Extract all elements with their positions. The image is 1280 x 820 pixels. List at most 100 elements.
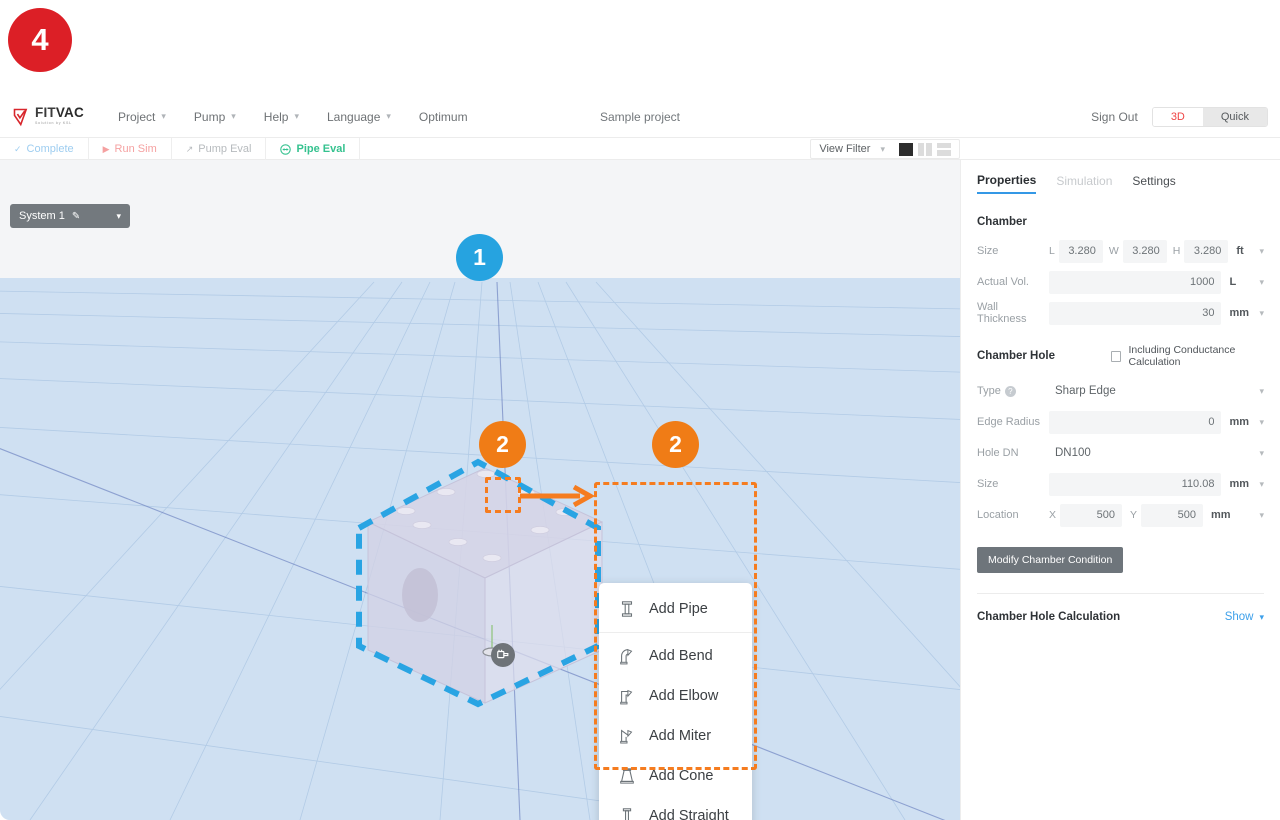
edge-radius-input[interactable] [1049, 410, 1222, 434]
wall-thickness-input[interactable] [1049, 301, 1222, 325]
layout-split-horizontal-icon[interactable] [937, 142, 951, 156]
chevron-down-icon[interactable]: ▾ [1259, 308, 1264, 319]
chevron-down-icon[interactable]: ▾ [1259, 246, 1264, 257]
menu-item-label: Add Straight [649, 808, 729, 820]
menu-item-language[interactable]: Language ▾ [313, 104, 405, 130]
hole-location-unit: mm [1211, 509, 1231, 521]
menu-label: Project [118, 109, 156, 124]
annotation-badge-step-2-button: 2 [479, 421, 526, 468]
chamber-hole-title: Chamber Hole [977, 350, 1055, 362]
panel-tabs: Properties Simulation Settings [977, 168, 1264, 198]
hole-type-row: Type ? Sharp Edge ▾ [977, 378, 1264, 404]
layout-split-vertical-icon[interactable] [918, 142, 932, 156]
chevron-down-icon[interactable]: ▾ [1259, 386, 1264, 397]
edge-radius-row: Edge Radius mm ▾ [977, 409, 1264, 435]
help-icon[interactable]: ? [1004, 385, 1016, 397]
pencil-icon[interactable]: ✎ [72, 211, 80, 222]
pump-eval-button[interactable]: ↗ Pump Eval [172, 138, 267, 160]
y-tag: Y [1130, 509, 1138, 521]
logo-wordmark: FITVAC [35, 105, 84, 120]
hole-type-value[interactable]: Sharp Edge [1049, 385, 1259, 397]
properties-panel: Properties Simulation Settings Chamber S… [960, 160, 1280, 820]
menu-item-project[interactable]: Project ▾ [104, 104, 180, 130]
width-tag: W [1108, 245, 1119, 257]
chevron-down-icon[interactable]: ▾ [880, 144, 885, 155]
chevron-down-icon: ▾ [231, 111, 236, 121]
layout-single-icon[interactable] [899, 142, 913, 156]
action-toolbar: ✓ Complete ▶ Run Sim ↗ Pump Eval Pipe Ev… [0, 138, 1280, 160]
menu-item-help[interactable]: Help ▾ [250, 104, 313, 130]
mode-quick-button[interactable]: Quick [1202, 108, 1267, 126]
add-button-annotation-highlight [485, 477, 521, 513]
menu-item-optimum[interactable]: Optimum [405, 104, 482, 130]
x-tag: X [1049, 509, 1057, 521]
chamber-size-label: Size [977, 245, 999, 257]
add-component-button[interactable] [491, 643, 515, 667]
button-label: Run Sim [114, 143, 157, 155]
hole-location-row: Location X Y mm ▾ [977, 502, 1264, 528]
hole-size-input[interactable] [1049, 472, 1222, 496]
chamber-width-input[interactable] [1122, 239, 1167, 263]
top-navbar: FITVAC Solution by KSL Project ▾ Pump ▾ … [0, 96, 1280, 138]
wall-thickness-row: Wall Thickness mm ▾ [977, 300, 1264, 326]
tab-simulation[interactable]: Simulation [1056, 174, 1112, 193]
sign-out-button[interactable]: Sign Out [1091, 110, 1138, 124]
tab-settings[interactable]: Settings [1132, 174, 1175, 193]
menu-label: Pump [193, 109, 226, 124]
hole-type-label: Type ? [977, 385, 1049, 397]
menu-item-pump[interactable]: Pump ▾ [180, 104, 250, 130]
conductance-checkbox[interactable] [1110, 350, 1121, 362]
actual-volume-row: Actual Vol. L ▾ [977, 269, 1264, 295]
chamber-size-unit: ft [1236, 245, 1244, 257]
chevron-down-icon[interactable]: ▾ [1259, 277, 1264, 288]
complete-button[interactable]: ✓ Complete [0, 138, 89, 160]
button-label: Pipe Eval [296, 143, 346, 155]
mode-3d-button[interactable]: 3D [1152, 108, 1203, 126]
check-icon: ✓ [14, 143, 22, 154]
show-label: Show [1224, 611, 1254, 623]
modify-chamber-condition-button[interactable]: Modify Chamber Condition [977, 547, 1124, 573]
chevron-down-icon[interactable]: ▾ [1259, 448, 1264, 459]
navbar-right: Sign Out 3D Quick [1091, 96, 1268, 138]
chamber-height-input[interactable] [1184, 239, 1229, 263]
height-tag: H [1172, 245, 1181, 257]
chevron-down-icon[interactable]: ▾ [1259, 510, 1264, 521]
chamber-section-title: Chamber [977, 216, 1027, 228]
hole-location-label: Location [977, 509, 1019, 521]
chamber-size-row: Size L W H ft ▾ [977, 238, 1264, 264]
system-selector[interactable]: System 1 ✎ ▾ [10, 204, 130, 228]
chamber-length-input[interactable] [1058, 239, 1103, 263]
logo-tagline: Solution by KSL [35, 120, 72, 125]
chevron-down-icon[interactable]: ▾ [1259, 479, 1264, 490]
fitvac-shield-icon [13, 108, 28, 127]
system-label: System 1 [19, 210, 65, 222]
pipe-icon [280, 143, 292, 155]
annotation-badge-step-2-menu: 2 [652, 421, 699, 468]
chamber-hole-calculation-row: Chamber Hole Calculation Show ▾ [977, 611, 1264, 623]
pipe-eval-button[interactable]: Pipe Eval [266, 138, 361, 160]
chevron-down-icon: ▾ [1259, 611, 1264, 622]
hole-location-y-input[interactable] [1141, 503, 1204, 527]
fitvac-logo[interactable]: FITVAC Solution by KSL [12, 106, 88, 127]
actual-volume-input[interactable] [1049, 270, 1222, 294]
hole-size-label: Size [977, 478, 999, 490]
chevron-down-icon: ▾ [116, 210, 121, 221]
screenshot-root: 4 FITVAC Solution by KSL Project ▾ Pump … [0, 0, 1280, 820]
tab-properties[interactable]: Properties [977, 173, 1037, 194]
view-filter-label[interactable]: View Filter [819, 143, 870, 155]
view-filter-control: View Filter ▾ [810, 139, 960, 159]
show-calculation-toggle[interactable]: Show ▾ [1225, 611, 1264, 623]
run-sim-button[interactable]: ▶ Run Sim [89, 138, 172, 160]
annotation-badge-step-1: 1 [456, 234, 503, 281]
hole-location-x-input[interactable] [1060, 503, 1123, 527]
chevron-down-icon[interactable]: ▾ [1259, 417, 1264, 428]
view-layout-options [899, 142, 951, 156]
hole-dn-label: Hole DN [977, 447, 1019, 459]
panel-divider [977, 593, 1264, 594]
chamber-hole-calculation-title: Chamber Hole Calculation [977, 611, 1121, 623]
hole-dn-value[interactable]: DN100 [1049, 447, 1259, 459]
menu-item-add-straight[interactable]: Add Straight [599, 796, 752, 820]
view-mode-toggle: 3D Quick [1151, 107, 1268, 127]
context-menu-annotation-highlight [594, 482, 757, 770]
straight-icon [617, 806, 637, 820]
